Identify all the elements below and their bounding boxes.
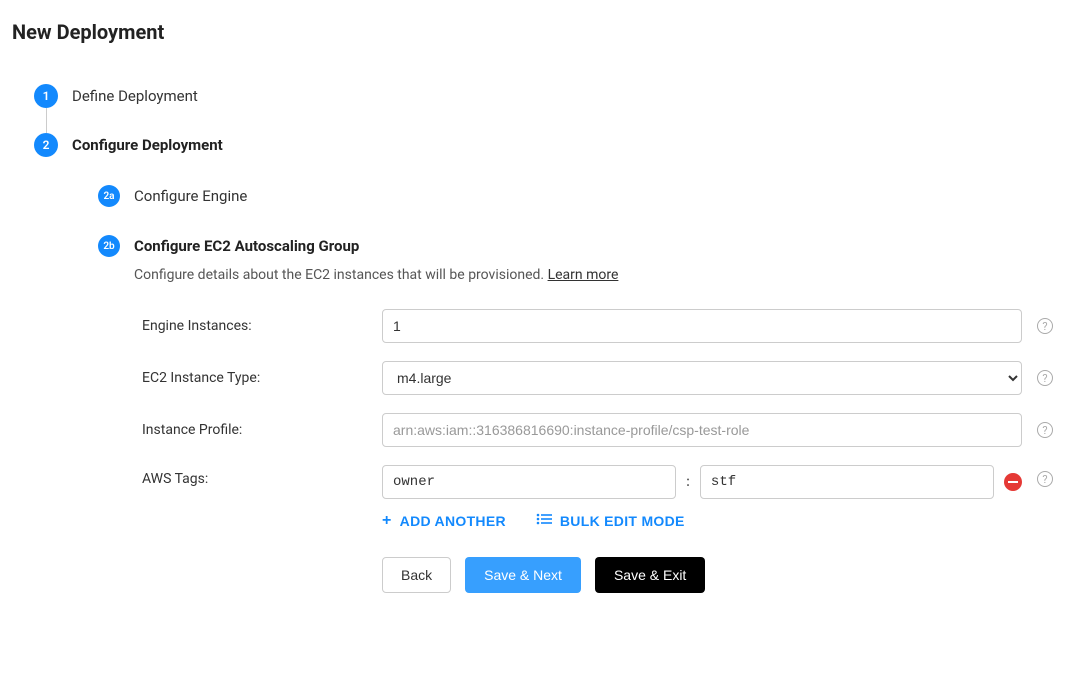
step-label: Define Deployment [72, 87, 198, 105]
aws-tag-value-input[interactable] [700, 465, 994, 499]
save-next-button[interactable]: Save & Next [465, 557, 581, 593]
step-badge-2: 2 [34, 133, 58, 157]
help-icon[interactable]: ? [1037, 318, 1053, 334]
remove-tag-button[interactable] [1004, 473, 1022, 491]
substep-configure-ec2-autoscaling: 2b Configure EC2 Autoscaling Group Confi… [98, 235, 1079, 639]
label-engine-instances: Engine Instances: [134, 318, 374, 334]
step-define-deployment: 1 Define Deployment [34, 84, 1079, 133]
form-area: Engine Instances: ? EC2 Instance Type: [134, 309, 1079, 593]
engine-instances-input[interactable] [382, 309, 1022, 343]
button-row: Back Save & Next Save & Exit [382, 557, 1022, 593]
substep-description: Configure details about the EC2 instance… [134, 267, 1079, 283]
learn-more-link[interactable]: Learn more [548, 267, 619, 283]
add-another-button[interactable]: + ADD ANOTHER [382, 513, 506, 529]
minus-icon [1008, 481, 1018, 483]
plus-icon: + [382, 513, 392, 529]
label-aws-tags: AWS Tags: [134, 465, 374, 487]
aws-tag-key-input[interactable] [382, 465, 676, 499]
help-icon[interactable]: ? [1037, 422, 1053, 438]
step-header[interactable]: 2 Configure Deployment [34, 133, 1079, 157]
list-icon [536, 513, 552, 529]
row-ec2-instance-type: EC2 Instance Type: m4.large ? [134, 361, 1079, 395]
bulk-edit-button[interactable]: BULK EDIT MODE [536, 513, 685, 529]
step-header[interactable]: 1 Define Deployment [34, 84, 1079, 108]
substep-label: Configure EC2 Autoscaling Group [134, 237, 359, 255]
instance-profile-input[interactable] [382, 413, 1022, 447]
row-instance-profile: Instance Profile: ? [134, 413, 1079, 447]
ec2-instance-type-select[interactable]: m4.large [382, 361, 1022, 395]
help-icon[interactable]: ? [1037, 471, 1053, 487]
substep-header[interactable]: 2b Configure EC2 Autoscaling Group [98, 235, 1079, 257]
wizard-stepper: 1 Define Deployment 2 Configure Deployme… [34, 84, 1079, 664]
row-engine-instances: Engine Instances: ? [134, 309, 1079, 343]
substep-label: Configure Engine [134, 187, 247, 205]
bulk-edit-label: BULK EDIT MODE [560, 513, 685, 529]
label-instance-profile: Instance Profile: [134, 422, 374, 438]
tag-separator: : [686, 474, 690, 490]
page-title: New Deployment [12, 20, 1079, 44]
back-button[interactable]: Back [382, 557, 451, 593]
help-icon[interactable]: ? [1037, 370, 1053, 386]
step-label: Configure Deployment [72, 136, 223, 154]
save-exit-button[interactable]: Save & Exit [595, 557, 705, 593]
substep-badge-2b: 2b [98, 235, 120, 257]
label-ec2-instance-type: EC2 Instance Type: [134, 370, 374, 386]
substep-desc-text: Configure details about the EC2 instance… [134, 267, 548, 283]
substep-header[interactable]: 2a Configure Engine [98, 185, 1079, 207]
step-badge-1: 1 [34, 84, 58, 108]
step-configure-deployment: 2 Configure Deployment 2a Configure Engi… [34, 133, 1079, 664]
row-aws-tags: AWS Tags: : [134, 465, 1079, 593]
substep-configure-engine: 2a Configure Engine [98, 185, 1079, 235]
add-another-label: ADD ANOTHER [400, 513, 506, 529]
substep-badge-2a: 2a [98, 185, 120, 207]
